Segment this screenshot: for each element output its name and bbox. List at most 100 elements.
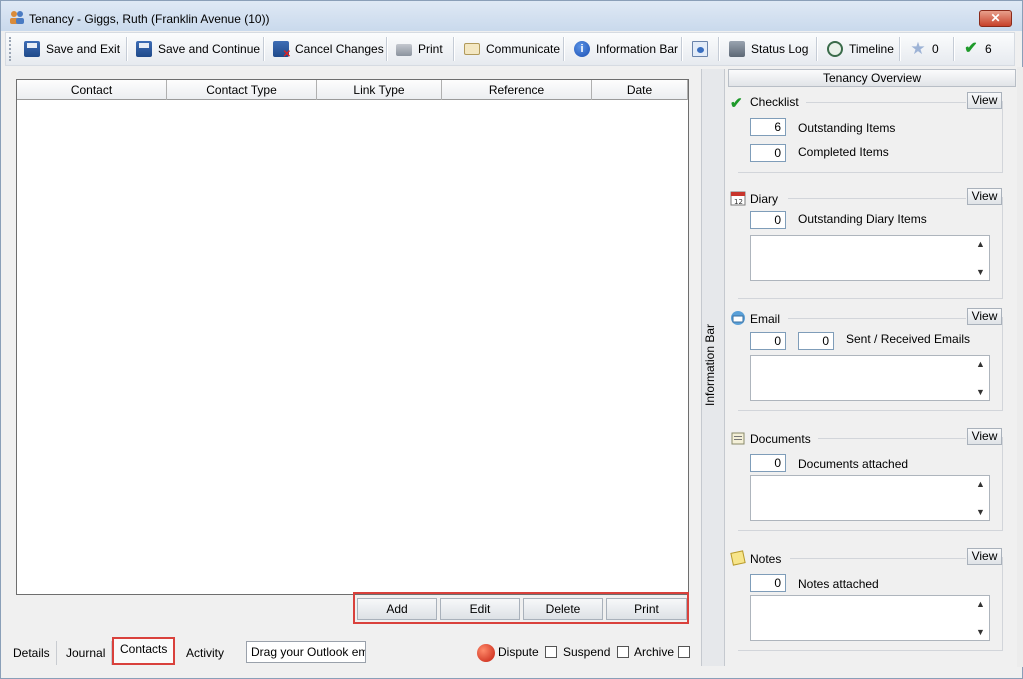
email-icon [730,310,746,326]
checklist-view-button[interactable]: View [967,92,1002,109]
section-rule [790,558,966,559]
completed-items-label: Completed Items [798,145,889,159]
archive-checkbox[interactable] [678,646,690,658]
close-button[interactable]: ✕ [979,10,1012,27]
cancel-changes-label: Cancel Changes [295,42,384,56]
tab-journal[interactable]: Journal [60,641,113,665]
scroll-up-icon[interactable]: ▲ [976,239,985,249]
communicate-label: Communicate [486,42,561,56]
window-title: Tenancy - Giggs, Ruth (Franklin Avenue (… [29,12,270,26]
outstanding-items-count: 6 [750,118,786,136]
sent-received-emails-label: Sent / Received Emails [846,332,971,346]
tab-details[interactable]: Details [7,641,57,665]
grid-header: Contact Contact Type Link Type Reference… [17,80,688,100]
scroll-down-icon[interactable]: ▼ [976,387,985,397]
column-header-contact-type[interactable]: Contact Type [167,80,317,100]
tab-contacts[interactable]: Contacts [112,637,176,665]
documents-title: Documents [750,432,811,446]
calendar-icon: 12 [730,190,746,206]
documents-icon [730,430,746,446]
info-icon: i [574,41,590,57]
information-bar-button[interactable]: i Information Bar [570,36,682,62]
documents-memo[interactable]: ▲ ▼ [750,475,990,521]
tenancy-overview-panel: Tenancy Overview ✔ Checklist View 6 Outs… [728,69,1016,666]
toolbar-separator [563,37,564,61]
tenancy-overview-title: Tenancy Overview [728,69,1016,87]
timeline-button[interactable]: Timeline [823,36,898,62]
save-and-continue-label: Save and Continue [158,42,261,56]
status-log-label: Status Log [751,42,809,56]
scroll-up-icon[interactable]: ▲ [976,359,985,369]
status-log-icon [729,41,745,57]
save-disk-icon [24,41,40,57]
received-emails-count: 0 [798,332,834,350]
dispute-label: Dispute [498,645,539,659]
communicate-button[interactable]: Communicate [460,36,564,62]
notes-memo[interactable]: ▲ ▼ [750,595,990,641]
documents-attached-count: 0 [750,454,786,472]
documents-memo-scrollbar[interactable]: ▲ ▼ [973,476,989,520]
star-count-button[interactable]: ★ 0 [906,36,943,62]
save-and-exit-label: Save and Exit [46,42,121,56]
scroll-down-icon[interactable]: ▼ [976,627,985,637]
email-view-button[interactable]: View [967,308,1002,325]
toolbar-separator [126,37,127,61]
dispute-status-icon [477,644,495,662]
tenancy-window: Tenancy - Giggs, Ruth (Franklin Avenue (… [0,0,1023,679]
status-log-button[interactable]: Status Log [725,36,812,62]
toolbar-separator [386,37,387,61]
document-info-button[interactable] [688,36,712,62]
dispute-checkbox[interactable] [545,646,557,658]
toolbar-separator [681,37,682,61]
timeline-icon [827,41,843,57]
diary-view-button[interactable]: View [967,188,1002,205]
suspend-label: Suspend [563,645,611,659]
email-memo-scrollbar[interactable]: ▲ ▼ [973,356,989,400]
notes-attached-label: Notes attached [798,577,879,591]
email-title: Email [750,312,781,326]
suspend-checkbox[interactable] [617,646,629,658]
outlook-email-drop-zone[interactable]: Drag your Outlook email here [246,641,366,663]
toolbar-grip[interactable] [9,37,12,61]
checklist-icon: ✔ [730,95,743,112]
print-contacts-button[interactable]: Print [606,598,687,620]
checklist-section [738,101,1003,173]
scroll-up-icon[interactable]: ▲ [976,599,985,609]
add-button[interactable]: Add [357,598,437,620]
save-and-exit-button[interactable]: Save and Exit [20,36,124,62]
printer-icon [396,44,412,56]
check-count-button[interactable]: ✔ 6 [959,36,996,62]
diary-memo-scrollbar[interactable]: ▲ ▼ [973,236,989,280]
title-bar: Tenancy - Giggs, Ruth (Franklin Avenue (… [1,1,1022,31]
column-header-reference[interactable]: Reference [442,80,592,100]
notes-memo-scrollbar[interactable]: ▲ ▼ [973,596,989,640]
notes-title: Notes [750,552,782,566]
email-memo[interactable]: ▲ ▼ [750,355,990,401]
envelope-icon [464,43,480,55]
print-button[interactable]: Print [392,36,447,62]
cancel-disk-icon [273,41,291,60]
documents-attached-label: Documents attached [798,457,909,471]
cancel-changes-button[interactable]: Cancel Changes [269,36,388,62]
diary-title: Diary [750,192,779,206]
toolbar-separator [953,37,954,61]
column-header-contact[interactable]: Contact [17,80,167,100]
section-rule [788,198,966,199]
delete-button[interactable]: Delete [523,598,603,620]
column-header-date[interactable]: Date [592,80,688,100]
scroll-up-icon[interactable]: ▲ [976,479,985,489]
notes-view-button[interactable]: View [967,548,1002,565]
documents-view-button[interactable]: View [967,428,1002,445]
diary-memo[interactable]: ▲ ▼ [750,235,990,281]
star-icon: ★ [910,39,926,58]
save-and-continue-button[interactable]: Save and Continue [132,36,264,62]
information-bar-label: Information Bar [596,42,679,56]
document-info-icon [692,41,708,57]
tab-activity[interactable]: Activity [180,641,230,665]
notes-attached-count: 0 [750,574,786,592]
scroll-down-icon[interactable]: ▼ [976,507,985,517]
scroll-down-icon[interactable]: ▼ [976,267,985,277]
column-header-link-type[interactable]: Link Type [317,80,442,100]
contacts-grid[interactable]: Contact Contact Type Link Type Reference… [16,79,689,595]
edit-button[interactable]: Edit [440,598,520,620]
